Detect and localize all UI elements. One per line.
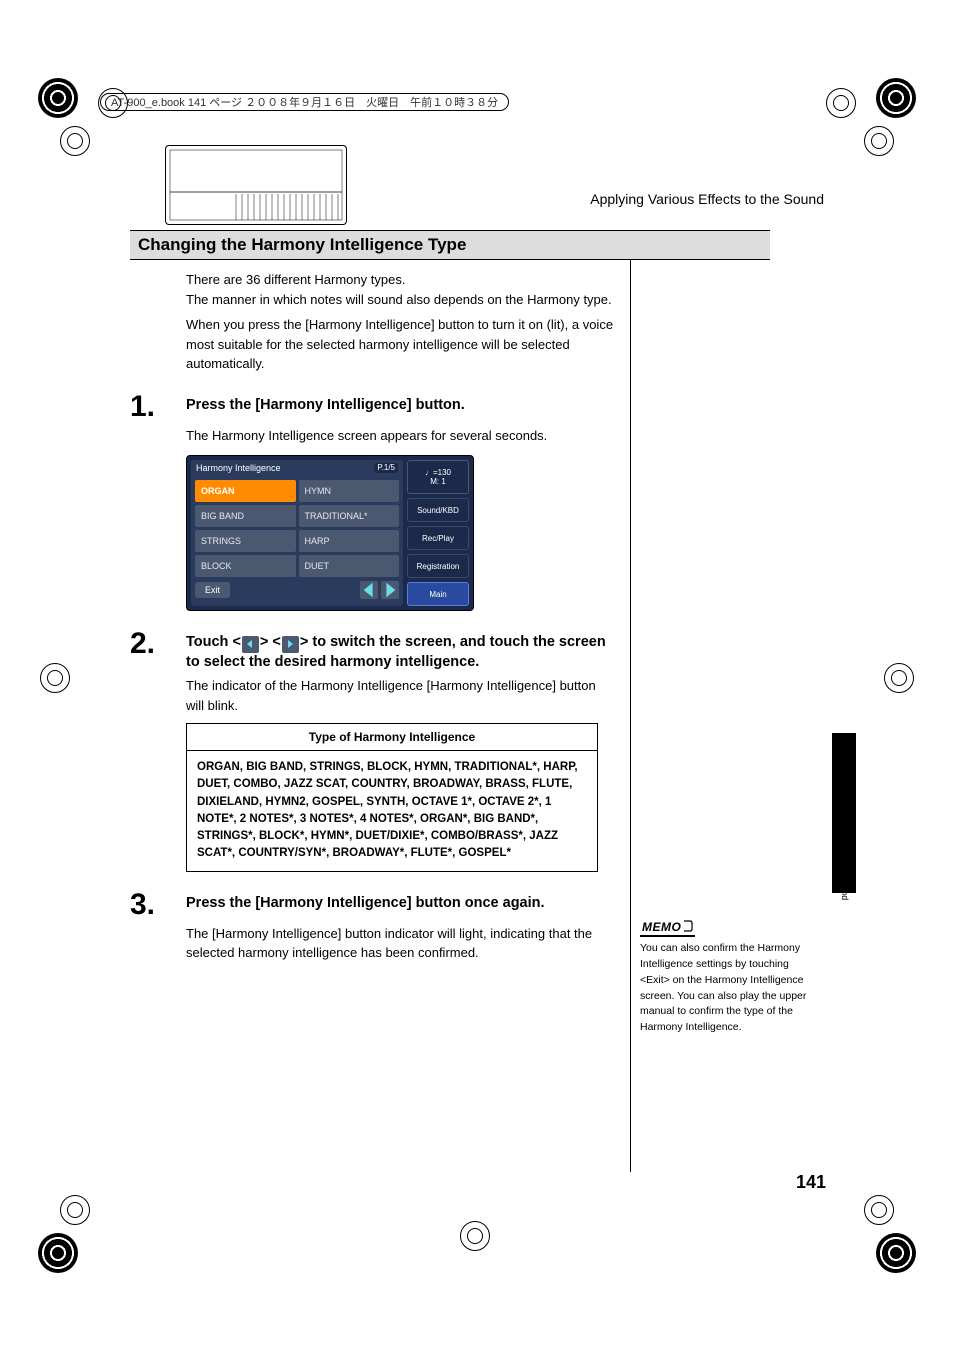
- step-number: 1.: [130, 392, 186, 422]
- memo-text: You can also confirm the Harmony Intelli…: [640, 941, 820, 1036]
- harmony-type-block[interactable]: BLOCK: [195, 555, 296, 577]
- step-number: 3.: [130, 890, 186, 920]
- harmony-type-traditional[interactable]: TRADITIONAL*: [299, 505, 400, 527]
- rec-play-button[interactable]: Rec/Play: [407, 526, 469, 550]
- memo-bracket-icon: [683, 920, 693, 935]
- harmony-type-hymn[interactable]: HYMN: [299, 480, 400, 502]
- crop-target-icon: [460, 1221, 490, 1251]
- crop-target-icon: [864, 1195, 894, 1225]
- step-2-body: The indicator of the Harmony Intelligenc…: [186, 676, 616, 715]
- step-heading: Touch <> <> to switch the screen, and to…: [186, 629, 616, 672]
- screen-page-indicator: P.1/5: [374, 463, 398, 473]
- page-number: 141: [796, 1172, 826, 1193]
- intro-paragraph-1: There are 36 different Harmony types.: [186, 270, 616, 290]
- left-arrow-icon: [242, 636, 259, 653]
- crop-target-icon: [40, 663, 70, 693]
- sound-kbd-button[interactable]: Sound/KBD: [407, 498, 469, 522]
- registration-mark: [38, 78, 78, 118]
- step-number: 2.: [130, 629, 186, 672]
- registration-mark: [38, 1233, 78, 1273]
- keyboard-icon: [166, 146, 346, 224]
- screen-title: Harmony Intelligence: [196, 463, 281, 473]
- step-3: 3. Press the [Harmony Intelligence] butt…: [130, 890, 770, 920]
- crop-target-icon: [884, 663, 914, 693]
- prev-page-button[interactable]: [360, 581, 378, 599]
- harmony-type-grid: ORGAN HYMN BIG BAND TRADITIONAL* STRINGS…: [195, 480, 399, 577]
- table-header: Type of Harmony Intelligence: [187, 724, 597, 751]
- side-caption: Applying Various Effects to the Sound: [840, 750, 850, 900]
- harmony-types-table: Type of Harmony Intelligence ORGAN, BIG …: [186, 723, 598, 872]
- step-heading: Press the [Harmony Intelligence] button …: [186, 890, 545, 920]
- section-heading: Changing the Harmony Intelligence Type: [130, 230, 770, 260]
- harmony-type-organ[interactable]: ORGAN: [195, 480, 296, 502]
- book-meta: AT-900_e.book 141 ページ ２００８年９月１６日 火曜日 午前１…: [100, 93, 509, 111]
- print-header: AT-900_e.book 141 ページ ２００８年９月１６日 火曜日 午前１…: [100, 93, 509, 111]
- step-1: 1. Press the [Harmony Intelligence] butt…: [130, 392, 770, 422]
- registration-mark: [876, 1233, 916, 1273]
- crop-target-icon: [826, 88, 856, 118]
- table-body: ORGAN, BIG BAND, STRINGS, BLOCK, HYMN, T…: [187, 751, 597, 871]
- step-heading: Press the [Harmony Intelligence] button.: [186, 392, 465, 422]
- step-3-body: The [Harmony Intelligence] button indica…: [186, 924, 616, 963]
- intro-paragraph-2: The manner in which notes will sound als…: [186, 290, 616, 310]
- next-page-button[interactable]: [381, 581, 399, 599]
- harmony-type-strings[interactable]: STRINGS: [195, 530, 296, 552]
- registration-mark: [876, 78, 916, 118]
- registration-button[interactable]: Registration: [407, 554, 469, 578]
- harmony-type-duet[interactable]: DUET: [299, 555, 400, 577]
- tempo-display: ♩=130 M: 1: [407, 460, 469, 494]
- main-button[interactable]: Main: [407, 582, 469, 606]
- memo-label: MEMO: [640, 920, 695, 937]
- running-header: Applying Various Effects to the Sound: [590, 191, 824, 207]
- crop-target-icon: [60, 126, 90, 156]
- step-1-body: The Harmony Intelligence screen appears …: [186, 426, 616, 446]
- harmony-intelligence-screen: Harmony Intelligence P.1/5 ORGAN HYMN BI…: [186, 455, 474, 611]
- right-arrow-icon: [282, 636, 299, 653]
- keyboard-illustration: [165, 145, 347, 225]
- memo-block: MEMO You can also confirm the Harmony In…: [640, 918, 820, 1036]
- harmony-type-harp[interactable]: HARP: [299, 530, 400, 552]
- intro-paragraph-3: When you press the [Harmony Intelligence…: [186, 315, 616, 374]
- step-2: 2. Touch <> <> to switch the screen, and…: [130, 629, 770, 672]
- harmony-type-bigband[interactable]: BIG BAND: [195, 505, 296, 527]
- crop-target-icon: [864, 126, 894, 156]
- exit-button[interactable]: Exit: [195, 582, 230, 598]
- crop-target-icon: [60, 1195, 90, 1225]
